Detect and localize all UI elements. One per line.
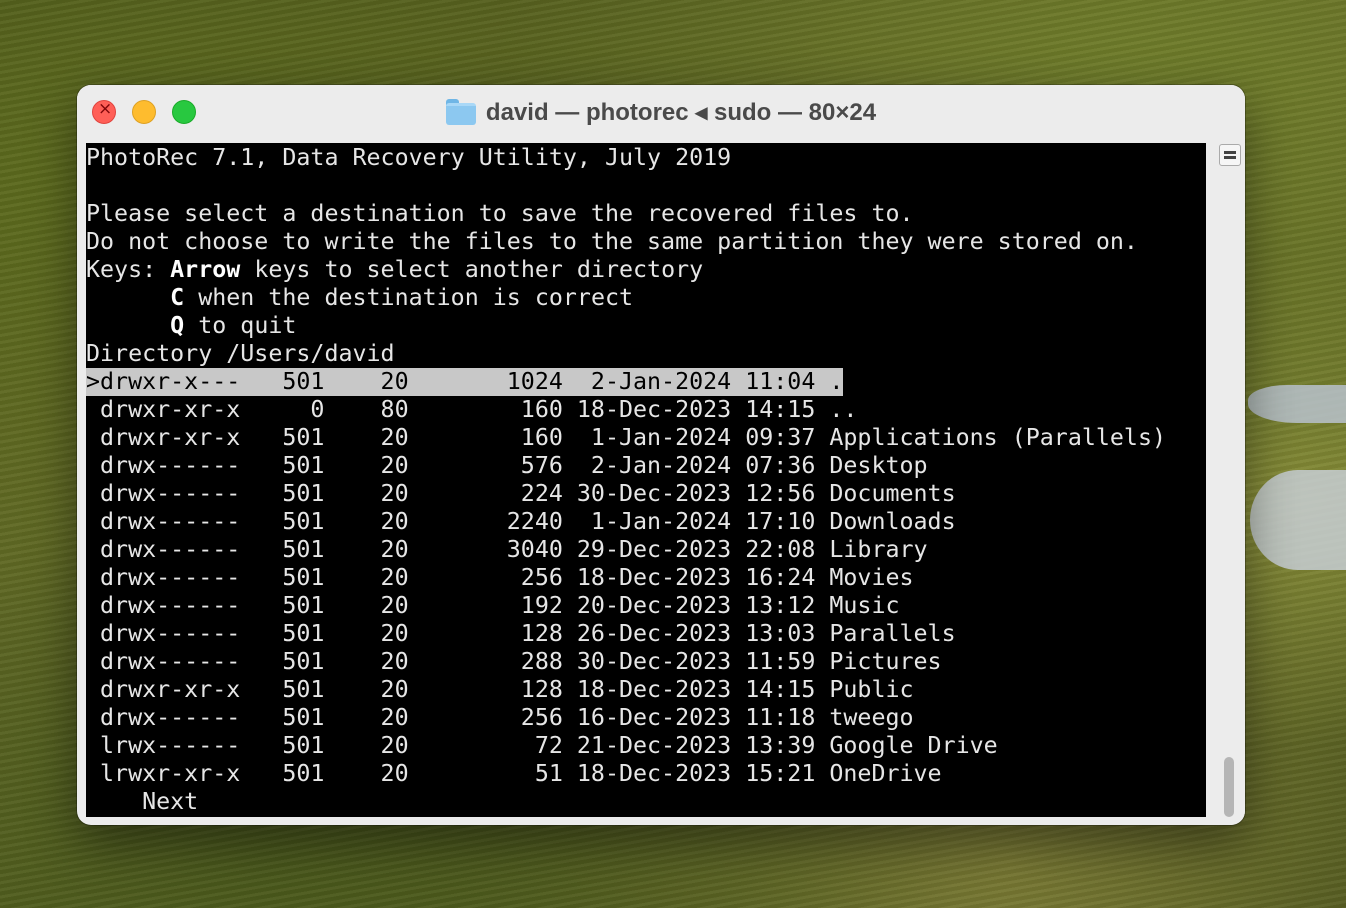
directory-entry[interactable]: drwx------ 501 20 224 30-Dec-2023 12:56 … (86, 480, 1166, 508)
directory-entry[interactable]: lrwxr-xr-x 501 20 51 18-Dec-2023 15:21 O… (86, 760, 1166, 788)
instruction-line: Do not choose to write the files to the … (86, 228, 1138, 255)
directory-entry[interactable]: drwx------ 501 20 288 30-Dec-2023 11:59 … (86, 648, 1166, 676)
directory-entry[interactable]: lrwx------ 501 20 72 21-Dec-2023 13:39 G… (86, 732, 1166, 760)
directory-entry[interactable]: drwx------ 501 20 2240 1-Jan-2024 17:10 … (86, 508, 1166, 536)
window-title: david — photorec ◂ sudo — 80×24 (485, 98, 877, 126)
terminal-screen[interactable]: PhotoRec 7.1, Data Recovery Utility, Jul… (86, 143, 1206, 817)
q-key: Q (170, 312, 185, 339)
directory-entry[interactable]: drwx------ 501 20 3040 29-Dec-2023 22:08… (86, 536, 1166, 564)
directory-entry[interactable]: drwx------ 501 20 256 16-Dec-2023 11:18 … (86, 704, 1166, 732)
keys-label: Keys: (86, 256, 171, 283)
directory-entry[interactable]: drwxr-xr-x 501 20 160 1-Jan-2024 09:37 A… (86, 424, 1166, 452)
keys-line-arrow: Keys: Arrow keys to select another direc… (86, 256, 1166, 284)
directory-entry-selected[interactable]: >drwxr-x--- 501 20 1024 2-Jan-2024 11:04… (86, 368, 1166, 396)
scrollbar-track[interactable] (1215, 141, 1245, 825)
directory-entry[interactable]: drwxr-xr-x 0 80 160 18-Dec-2023 14:15 .. (86, 396, 1166, 424)
c-key-text: when the destination is correct (184, 284, 634, 311)
directory-entry[interactable]: drwxr-xr-x 501 20 128 18-Dec-2023 14:15 … (86, 676, 1166, 704)
instruction-line: Please select a destination to save the … (86, 200, 914, 227)
terminal-window: david — photorec ◂ sudo — 80×24 PhotoRec… (77, 85, 1245, 825)
keys-line-c: C when the destination is correct (86, 284, 1166, 312)
wallpaper-lake (1250, 470, 1346, 570)
window-title-group: david — photorec ◂ sudo — 80×24 (77, 97, 1245, 127)
current-directory: Directory /Users/david (86, 340, 395, 367)
directory-entry[interactable]: drwx------ 501 20 128 26-Dec-2023 13:03 … (86, 620, 1166, 648)
q-key-text: to quit (184, 312, 297, 339)
directory-entry[interactable]: drwx------ 501 20 192 20-Dec-2023 13:12 … (86, 592, 1166, 620)
next-page-option[interactable]: Next (86, 788, 1166, 816)
arrow-key: Arrow (170, 256, 241, 283)
selection-highlight[interactable]: >drwxr-x--- 501 20 1024 2-Jan-2024 11:04… (86, 368, 844, 396)
split-pane-icon[interactable] (1219, 144, 1241, 166)
program-header: PhotoRec 7.1, Data Recovery Utility, Jul… (86, 144, 732, 171)
c-key: C (170, 284, 185, 311)
keys-line-q: Q to quit (86, 312, 1166, 340)
scrollbar-thumb[interactable] (1224, 757, 1234, 817)
title-bar[interactable]: david — photorec ◂ sudo — 80×24 (77, 85, 1245, 141)
folder-icon (445, 99, 476, 125)
arrow-key-text: keys to select another directory (240, 256, 704, 283)
directory-entry[interactable]: drwx------ 501 20 576 2-Jan-2024 07:36 D… (86, 452, 1166, 480)
directory-entry[interactable]: drwx------ 501 20 256 18-Dec-2023 16:24 … (86, 564, 1166, 592)
wallpaper-lake (1248, 385, 1346, 423)
